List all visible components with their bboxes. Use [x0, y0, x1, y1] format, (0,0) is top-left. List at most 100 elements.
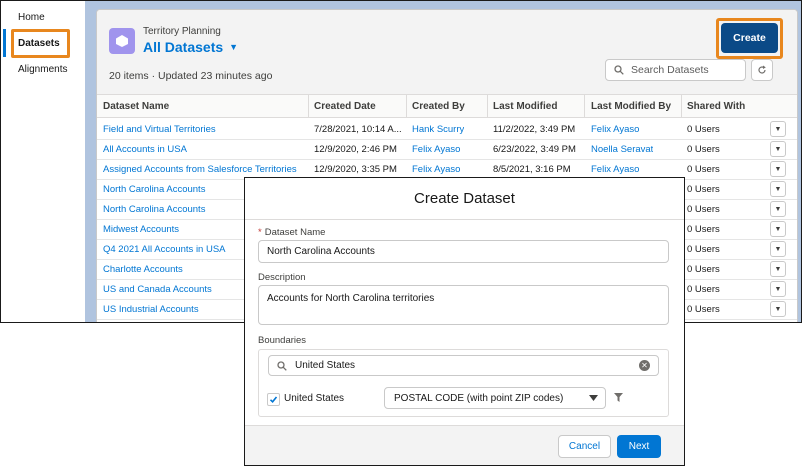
chevron-down-icon: ▼	[774, 225, 782, 233]
created-by-link[interactable]: Felix Ayaso	[412, 144, 460, 155]
description-label: Description	[258, 272, 306, 283]
shared-with: 0 Users	[687, 144, 720, 155]
create-dataset-modal: Create Dataset *Dataset Name Description…	[244, 177, 685, 466]
last-modified: 11/2/2022, 3:49 PM	[493, 124, 576, 135]
shared-with: 0 Users	[687, 164, 720, 175]
chevron-down-icon: ▼	[774, 285, 782, 293]
chevron-down-icon: ▼	[774, 245, 782, 253]
dataset-name-link[interactable]: Assigned Accounts from Salesforce Territ…	[103, 164, 306, 175]
shared-with: 0 Users	[687, 244, 720, 255]
boundary-type-value: POSTAL CODE (with point ZIP codes)	[394, 392, 564, 404]
row-actions-button[interactable]: ▼	[770, 141, 786, 157]
shared-with: 0 Users	[687, 264, 720, 275]
column-header[interactable]: Last Modified	[493, 101, 557, 112]
dataset-name-link[interactable]: All Accounts in USA	[103, 144, 303, 155]
row-actions-button[interactable]: ▼	[770, 161, 786, 177]
created-by-link[interactable]: Hank Scurry	[412, 124, 464, 135]
nav-active-indicator	[3, 29, 6, 57]
shared-with: 0 Users	[687, 304, 720, 315]
row-actions-button[interactable]: ▼	[770, 181, 786, 197]
chevron-down-icon	[589, 395, 598, 401]
description-textarea[interactable]: Accounts for North Carolina territories	[258, 285, 669, 325]
dataset-name-input[interactable]	[258, 240, 669, 263]
chevron-down-icon: ▼	[774, 125, 782, 133]
created-date: 7/28/2021, 10:14 A...	[314, 124, 402, 135]
dataset-name-label-text: Dataset Name	[264, 227, 326, 238]
column-divider	[406, 95, 407, 117]
dataset-icon	[109, 28, 135, 54]
nav-item-datasets[interactable]: Datasets	[18, 38, 60, 49]
last-modified: 6/23/2022, 3:49 PM	[493, 144, 576, 155]
column-divider	[681, 95, 682, 117]
boundary-item-label: United States	[284, 393, 345, 404]
chevron-down-icon: ▼	[229, 42, 239, 52]
create-button[interactable]: Create	[721, 23, 778, 53]
row-actions-button[interactable]: ▼	[770, 221, 786, 237]
refresh-button[interactable]	[751, 59, 773, 81]
required-marker: *	[258, 227, 262, 238]
list-view-title: All Datasets	[143, 39, 224, 55]
checkmark-icon	[269, 396, 278, 403]
chevron-down-icon: ▼	[774, 165, 782, 173]
table-row: Field and Virtual Territories 7/28/2021,…	[97, 119, 797, 140]
column-divider	[308, 95, 309, 117]
column-divider	[487, 95, 488, 117]
search-datasets-field[interactable]	[605, 59, 746, 81]
boundary-search-input[interactable]	[293, 359, 637, 372]
last-modified: 8/5/2021, 3:16 PM	[493, 164, 571, 175]
table-row: All Accounts in USA 12/9/2020, 2:46 PM F…	[97, 139, 797, 160]
left-navigation: Home Datasets Alignments	[1, 1, 85, 322]
table-header: Dataset Name Created Date Created By Las…	[97, 95, 797, 118]
column-header[interactable]: Last Modified By	[591, 101, 671, 112]
boundaries-panel: ✕ United States POSTAL CODE (with point …	[258, 349, 669, 417]
chevron-down-icon: ▼	[774, 145, 782, 153]
object-label: Territory Planning	[143, 26, 221, 37]
modified-by-link[interactable]: Felix Ayaso	[591, 124, 639, 135]
boundary-type-select[interactable]: POSTAL CODE (with point ZIP codes)	[384, 387, 606, 409]
cancel-button[interactable]: Cancel	[558, 435, 611, 458]
row-actions-button[interactable]: ▼	[770, 241, 786, 257]
modified-by-link[interactable]: Noella Seravat	[591, 144, 653, 155]
row-actions-button[interactable]: ▼	[770, 281, 786, 297]
filter-icon[interactable]	[614, 393, 623, 402]
chevron-down-icon: ▼	[774, 305, 782, 313]
refresh-icon	[758, 65, 766, 74]
created-date: 12/9/2020, 2:46 PM	[314, 144, 397, 155]
list-view-selector[interactable]: All Datasets ▼	[143, 39, 238, 55]
clear-icon[interactable]: ✕	[639, 360, 650, 371]
united-states-checkbox[interactable]	[267, 393, 280, 406]
created-date: 12/9/2020, 3:35 PM	[314, 164, 397, 175]
boundaries-label: Boundaries	[258, 335, 307, 346]
nav-item-alignments[interactable]: Alignments	[18, 64, 67, 75]
chevron-down-icon: ▼	[774, 205, 782, 213]
list-header: Territory Planning All Datasets ▼ 20 ite…	[97, 10, 797, 95]
column-header[interactable]: Created By	[412, 101, 465, 112]
modal-footer: Cancel Next	[245, 425, 684, 465]
next-button[interactable]: Next	[617, 435, 661, 458]
chevron-down-icon: ▼	[774, 265, 782, 273]
column-divider	[584, 95, 585, 117]
shared-with: 0 Users	[687, 184, 720, 195]
column-header[interactable]: Created Date	[314, 101, 376, 112]
row-actions-button[interactable]: ▼	[770, 301, 786, 317]
row-actions-button[interactable]: ▼	[770, 261, 786, 277]
boundary-search-field[interactable]: ✕	[268, 355, 659, 376]
list-meta: 20 items · Updated 23 minutes ago	[109, 70, 273, 82]
search-icon	[614, 65, 624, 75]
shared-with: 0 Users	[687, 204, 720, 215]
search-input[interactable]	[629, 63, 741, 77]
column-header[interactable]: Dataset Name	[103, 101, 169, 112]
created-by-link[interactable]: Felix Ayaso	[412, 164, 460, 175]
column-header[interactable]: Shared With	[687, 101, 745, 112]
shared-with: 0 Users	[687, 284, 720, 295]
search-icon	[277, 360, 287, 371]
nav-item-home[interactable]: Home	[18, 12, 45, 23]
shared-with: 0 Users	[687, 224, 720, 235]
dataset-name-link[interactable]: Field and Virtual Territories	[103, 124, 303, 135]
dataset-name-label: * Dataset Name	[258, 227, 325, 238]
shared-with: 0 Users	[687, 124, 720, 135]
row-actions-button[interactable]: ▼	[770, 121, 786, 137]
modified-by-link[interactable]: Felix Ayaso	[591, 164, 639, 175]
modal-title: Create Dataset	[245, 178, 684, 220]
row-actions-button[interactable]: ▼	[770, 201, 786, 217]
